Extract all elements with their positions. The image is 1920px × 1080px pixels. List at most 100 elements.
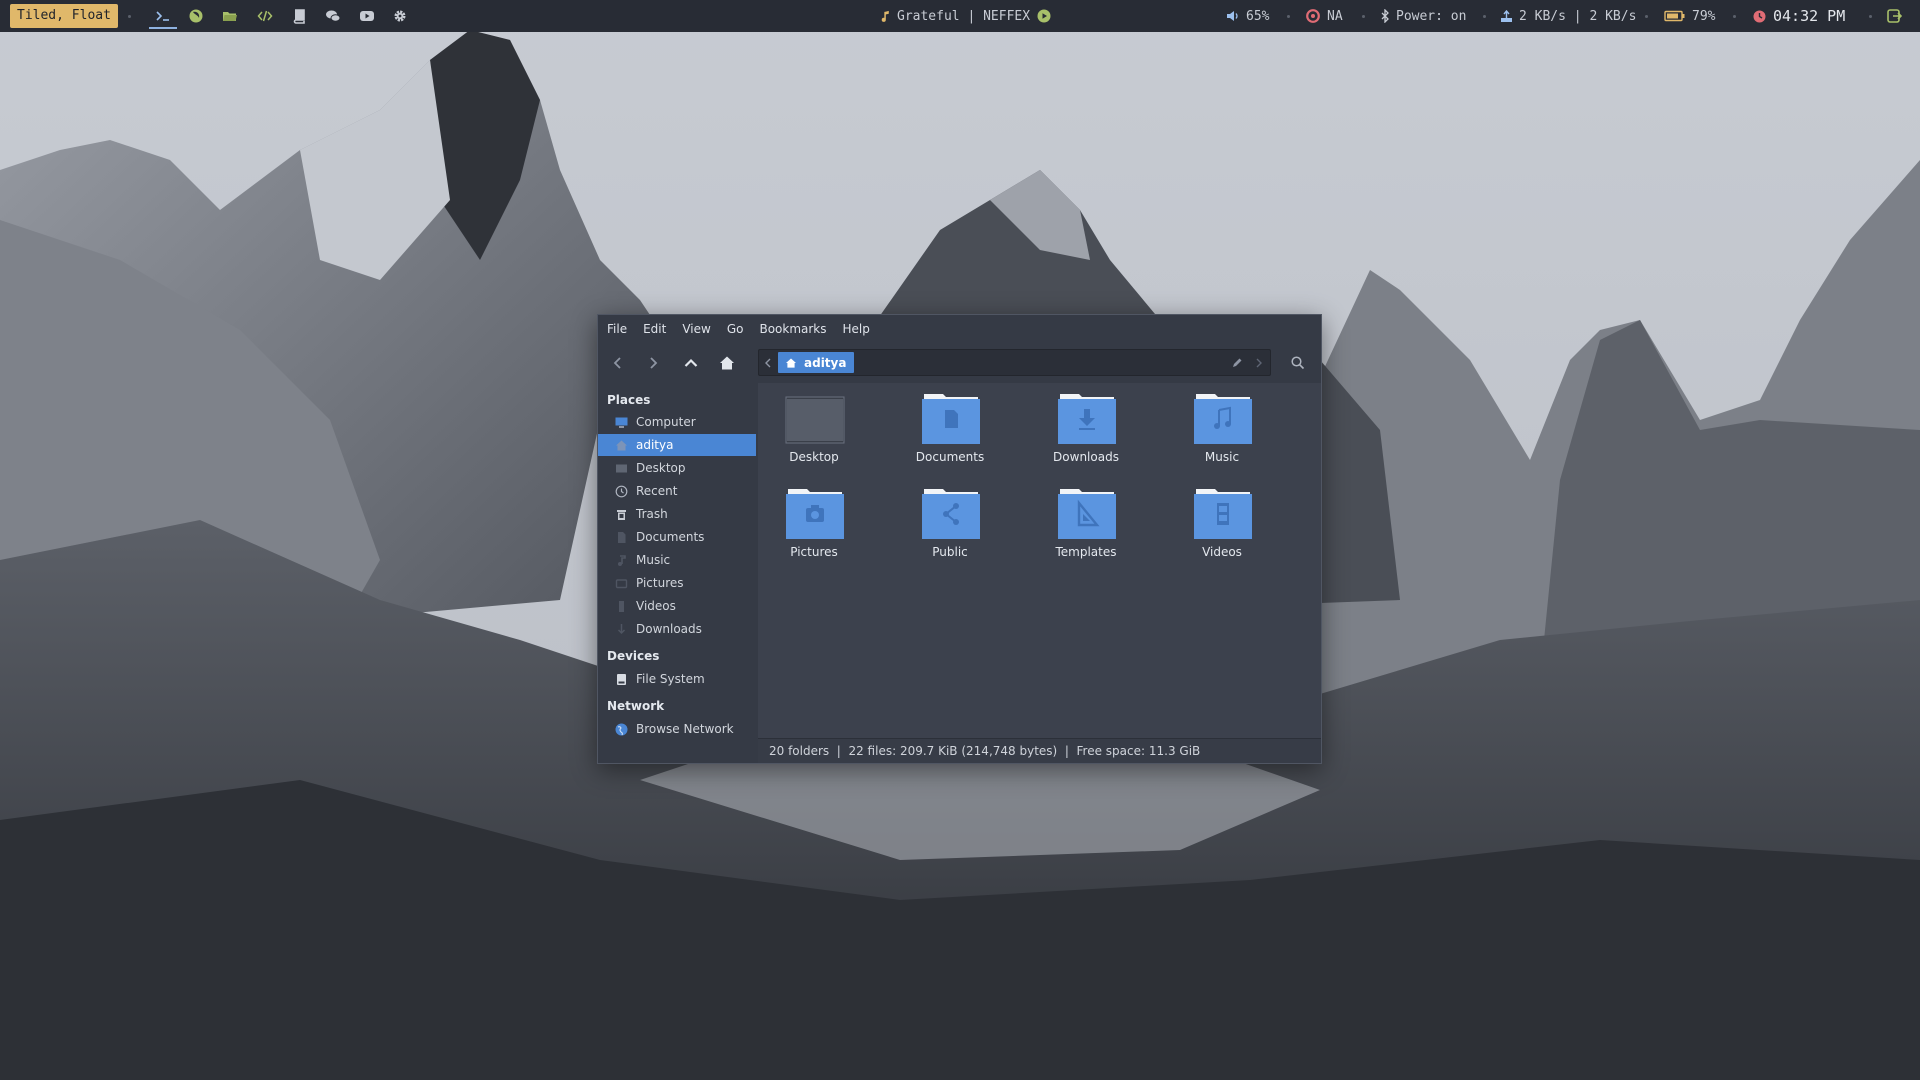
gear-icon[interactable] [390, 6, 410, 26]
sidebar-item-desktop[interactable]: Desktop [598, 457, 756, 479]
globe-icon [615, 723, 628, 736]
path-crumb-home[interactable]: aditya [778, 352, 854, 373]
bluetooth-text: Power: on [1396, 9, 1466, 24]
sidebar-heading-network: Network [607, 699, 664, 713]
up-button[interactable] [678, 351, 704, 375]
firefox-icon[interactable] [186, 6, 206, 26]
chat-icon[interactable] [323, 6, 343, 26]
desktop-folder-icon [785, 393, 845, 445]
status-text: 20 folders | 22 files: 209.7 KiB (214,74… [769, 744, 1200, 758]
path-right-arrow-icon[interactable] [1255, 357, 1263, 369]
folder-label: Videos [1167, 545, 1277, 559]
sidebar-item-label: File System [636, 672, 705, 686]
code-icon[interactable] [255, 6, 275, 26]
layout-badge[interactable]: Tiled, Float [10, 4, 118, 28]
separator-dot [1733, 15, 1736, 18]
top-panel: Tiled, Float Grateful | NEFFEX 65% NA [0, 0, 1920, 32]
folder-downloads[interactable]: Downloads [1031, 383, 1141, 473]
sidebar-item-computer[interactable]: Computer [598, 411, 756, 433]
folder-label: Pictures [759, 545, 869, 559]
status-bar: 20 folders | 22 files: 209.7 KiB (214,74… [758, 738, 1321, 763]
play-icon[interactable] [1037, 9, 1051, 23]
menu-view[interactable]: View [682, 322, 710, 336]
workspace-dot [128, 15, 131, 18]
location-bar[interactable]: aditya [758, 349, 1271, 376]
sidebar-item-recent[interactable]: Recent [598, 480, 756, 502]
music-folder-icon [1193, 393, 1253, 445]
ethernet-icon [1500, 10, 1513, 23]
speaker-icon [1226, 10, 1240, 22]
file-manager-window: File Edit View Go Bookmarks Help aditya [597, 314, 1322, 764]
toolbar: aditya [598, 343, 1321, 383]
sidebar-item-documents[interactable]: Documents [598, 526, 756, 548]
folder-pictures[interactable]: Pictures [759, 478, 869, 568]
folder-label: Music [1167, 450, 1277, 464]
speed-text: 2 KB/s | 2 KB/s [1519, 9, 1636, 24]
folder-music[interactable]: Music [1167, 383, 1277, 473]
clock-text: 04:32 PM [1773, 7, 1845, 25]
bluetooth-icon [1381, 9, 1390, 23]
documents-folder-icon [921, 393, 981, 445]
folder-templates[interactable]: Templates [1031, 478, 1141, 568]
menu-go[interactable]: Go [727, 322, 744, 336]
folder-label: Desktop [759, 450, 869, 464]
music-widget[interactable]: Grateful | NEFFEX [881, 0, 1051, 32]
sidebar-heading-places: Places [607, 393, 650, 407]
music-icon [615, 554, 628, 567]
trash-icon [615, 508, 628, 521]
sidebar: Places Computer aditya Desktop Recent Tr… [598, 383, 758, 763]
network-speed-widget: 2 KB/s | 2 KB/s [1500, 0, 1636, 32]
sidebar-item-videos[interactable]: Videos [598, 595, 756, 617]
power-menu-icon[interactable] [1884, 6, 1904, 26]
battery-icon [1664, 10, 1685, 22]
clock-widget[interactable]: 04:32 PM [1753, 0, 1845, 32]
folder-documents[interactable]: Documents [895, 383, 1005, 473]
back-button[interactable] [605, 351, 631, 375]
sidebar-item-browse-network[interactable]: Browse Network [598, 718, 756, 740]
search-button[interactable] [1285, 351, 1311, 375]
folder-public[interactable]: Public [895, 478, 1005, 568]
video-icon [615, 600, 628, 613]
sidebar-item-label: Videos [636, 599, 676, 613]
youtube-icon[interactable] [357, 6, 377, 26]
menu-bar: File Edit View Go Bookmarks Help [598, 315, 1321, 343]
sidebar-item-label: Computer [636, 415, 696, 429]
menu-edit[interactable]: Edit [643, 322, 666, 336]
bluetooth-widget[interactable]: Power: on [1381, 0, 1466, 32]
sidebar-item-pictures[interactable]: Pictures [598, 572, 756, 594]
path-left-arrow-icon[interactable] [764, 357, 772, 369]
edit-path-icon[interactable] [1231, 357, 1243, 369]
sidebar-item-label: Recent [636, 484, 677, 498]
document-icon [615, 531, 628, 544]
home-button[interactable] [714, 351, 740, 375]
sidebar-item-label: aditya [636, 438, 673, 452]
menu-help[interactable]: Help [843, 322, 870, 336]
path-crumb-label: aditya [804, 356, 846, 370]
download-icon [615, 623, 628, 636]
folder-videos[interactable]: Videos [1167, 478, 1277, 568]
sidebar-item-trash[interactable]: Trash [598, 503, 756, 525]
folder-label: Public [895, 545, 1005, 559]
folder-icon[interactable] [220, 6, 240, 26]
desktop-folder-icon [615, 462, 628, 475]
menu-file[interactable]: File [607, 322, 627, 336]
volume-widget[interactable]: 65% [1226, 0, 1269, 32]
sidebar-item-file-system[interactable]: File System [598, 668, 756, 690]
terminal-icon[interactable] [153, 6, 173, 26]
menu-bookmarks[interactable]: Bookmarks [759, 322, 826, 336]
sidebar-item-music[interactable]: Music [598, 549, 756, 571]
sidebar-item-downloads[interactable]: Downloads [598, 618, 756, 640]
network-widget[interactable]: NA [1306, 0, 1343, 32]
forward-button[interactable] [640, 351, 666, 375]
sidebar-item-label: Browse Network [636, 722, 734, 736]
downloads-folder-icon [1057, 393, 1117, 445]
folder-desktop[interactable]: Desktop [759, 383, 869, 473]
network-text: NA [1327, 9, 1343, 24]
sidebar-item-home[interactable]: aditya [598, 434, 756, 456]
battery-widget: 79% [1664, 0, 1715, 32]
separator-dot [1645, 15, 1648, 18]
pictures-folder-icon [785, 488, 845, 540]
book-icon[interactable] [289, 6, 309, 26]
drive-icon [615, 673, 628, 686]
picture-icon [615, 577, 628, 590]
